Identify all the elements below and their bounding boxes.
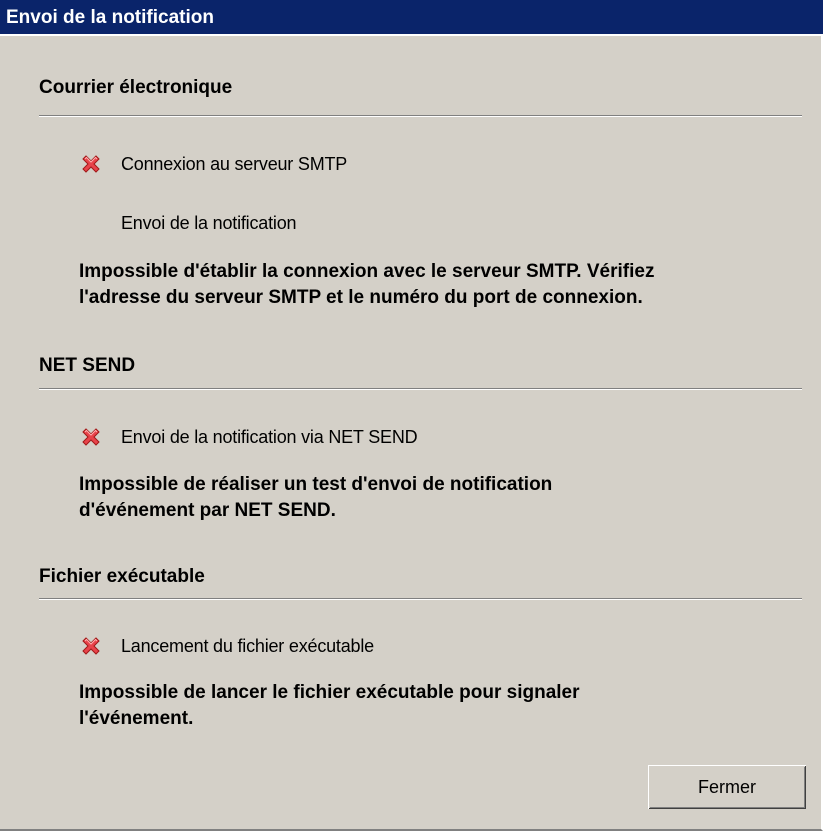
error-x-icon [79,634,103,658]
section-title-net-send: NET SEND [39,355,136,376]
notification-dialog: Envoi de la notification Courrier électr… [0,0,823,831]
step-smtp-connection: Connexion au serveur SMTP [79,150,347,178]
error-x-icon [79,152,103,176]
step-label: Lancement du fichier exécutable [121,635,374,656]
dialog-title: Envoi de la notification [0,0,823,36]
section-divider [39,598,802,600]
section-divider [39,115,802,117]
close-button[interactable]: Fermer [648,765,806,809]
step-send-notification: Envoi de la notification [79,209,297,237]
step-label: Envoi de la notification [121,212,297,233]
section-title-email: Courrier électronique [39,77,233,98]
step-launch-executable: Lancement du fichier exécutable [79,632,374,660]
step-label: Envoi de la notification via NET SEND [121,426,418,447]
error-message-email: Impossible d'établir la connexion avec l… [79,261,655,308]
section-title-executable: Fichier exécutable [39,566,205,587]
error-message-executable: Impossible de lancer le fichier exécutab… [79,682,580,729]
section-divider [39,388,802,390]
step-label: Connexion au serveur SMTP [121,153,348,174]
error-message-net-send: Impossible de réaliser un test d'envoi d… [79,474,553,521]
step-net-send: Envoi de la notification via NET SEND [79,423,418,451]
error-x-icon [79,425,103,449]
